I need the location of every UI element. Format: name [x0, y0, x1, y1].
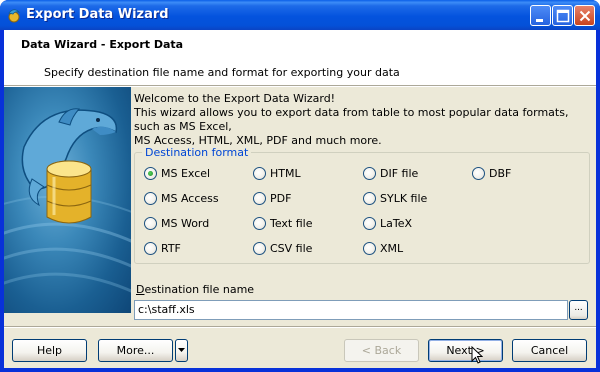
radio-ms-excel[interactable]: MS Excel	[144, 166, 210, 180]
destination-file-label: Destination file name	[136, 283, 254, 296]
destination-file-label-text: estination file name	[144, 283, 255, 296]
radio-indicator	[363, 241, 376, 255]
radio-indicator	[144, 216, 157, 230]
radio-label: MS Excel	[161, 166, 211, 180]
radio-sylk-file[interactable]: SYLK file	[363, 191, 427, 205]
header-title: Data Wizard - Export Data	[21, 38, 184, 51]
welcome-text: Welcome to the Export Data Wizard! This …	[134, 92, 594, 148]
radio-label: DBF	[489, 166, 512, 180]
radio-dbf[interactable]: DBF	[472, 166, 511, 180]
radio-label: SYLK file	[380, 191, 428, 205]
radio-ms-access[interactable]: MS Access	[144, 191, 219, 205]
radio-indicator	[253, 216, 266, 230]
header-subtitle: Specify destination file name and format…	[44, 66, 400, 79]
close-icon	[579, 10, 591, 22]
radio-indicator	[144, 191, 157, 205]
radio-label: Text file	[270, 216, 313, 230]
radio-pdf[interactable]: PDF	[253, 191, 291, 205]
radio-xml[interactable]: XML	[363, 241, 403, 255]
radio-indicator	[253, 241, 266, 255]
app-icon	[8, 9, 21, 23]
radio-html[interactable]: HTML	[253, 166, 301, 180]
radio-latex[interactable]: LaTeX	[363, 216, 412, 230]
maximize-icon	[556, 9, 570, 23]
radio-label: MS Word	[161, 216, 210, 230]
next-button[interactable]: Next >	[428, 339, 503, 362]
radio-indicator	[363, 166, 376, 180]
help-button[interactable]: Help	[12, 339, 87, 362]
maximize-button[interactable]	[552, 5, 573, 26]
window-border-right	[596, 30, 600, 372]
minimize-button[interactable]	[530, 5, 551, 26]
destination-file-input[interactable]: c:\staff.xls	[134, 300, 568, 320]
browse-button[interactable]: ...	[569, 300, 588, 320]
radio-indicator	[472, 166, 485, 180]
radio-indicator	[253, 166, 266, 180]
back-button[interactable]: < Back	[344, 339, 419, 362]
wizard-header: Data Wizard - Export Data Specify destin…	[4, 30, 596, 86]
chevron-down-icon	[178, 348, 185, 352]
radio-label: CSV file	[270, 241, 313, 255]
radio-indicator	[363, 216, 376, 230]
more-button[interactable]: More...	[98, 339, 173, 362]
radio-label: DIF file	[380, 166, 419, 180]
radio-label: LaTeX	[380, 216, 413, 230]
radio-csv-file[interactable]: CSV file	[253, 241, 312, 255]
dolphin-database-icon	[4, 108, 131, 293]
radio-dif-file[interactable]: DIF file	[363, 166, 418, 180]
wizard-client-area: Data Wizard - Export Data Specify destin…	[4, 30, 596, 368]
cancel-button[interactable]: Cancel	[512, 339, 587, 362]
radio-text-file[interactable]: Text file	[253, 216, 313, 230]
export-wizard-window: Export Data Wizard Data Wizard - Export …	[0, 0, 600, 372]
wizard-side-image	[4, 87, 131, 313]
close-button[interactable]	[574, 5, 595, 26]
welcome-line-1: Welcome to the Export Data Wizard!	[134, 92, 336, 105]
welcome-line-2: This wizard allows you to export data fr…	[134, 106, 569, 133]
radio-indicator	[144, 241, 157, 255]
radio-label: XML	[380, 241, 404, 255]
destination-format-legend: Destination format	[142, 146, 252, 159]
mouse-pointer-icon	[471, 346, 483, 364]
minimize-icon	[536, 19, 543, 22]
radio-ms-word[interactable]: MS Word	[144, 216, 209, 230]
radio-label: RTF	[161, 241, 181, 255]
radio-indicator	[253, 191, 266, 205]
window-border-bottom	[0, 368, 600, 372]
radio-label: MS Access	[161, 191, 219, 205]
more-dropdown-button[interactable]	[175, 339, 188, 362]
radio-label: PDF	[270, 191, 292, 205]
radio-label: HTML	[270, 166, 301, 180]
radio-indicator	[363, 191, 376, 205]
footer-separator-highlight	[4, 327, 596, 328]
radio-indicator-checked	[144, 166, 157, 180]
title-bar[interactable]: Export Data Wizard	[0, 0, 600, 30]
radio-rtf[interactable]: RTF	[144, 241, 181, 255]
window-title: Export Data Wizard	[26, 7, 169, 22]
window-border-left	[0, 30, 4, 372]
